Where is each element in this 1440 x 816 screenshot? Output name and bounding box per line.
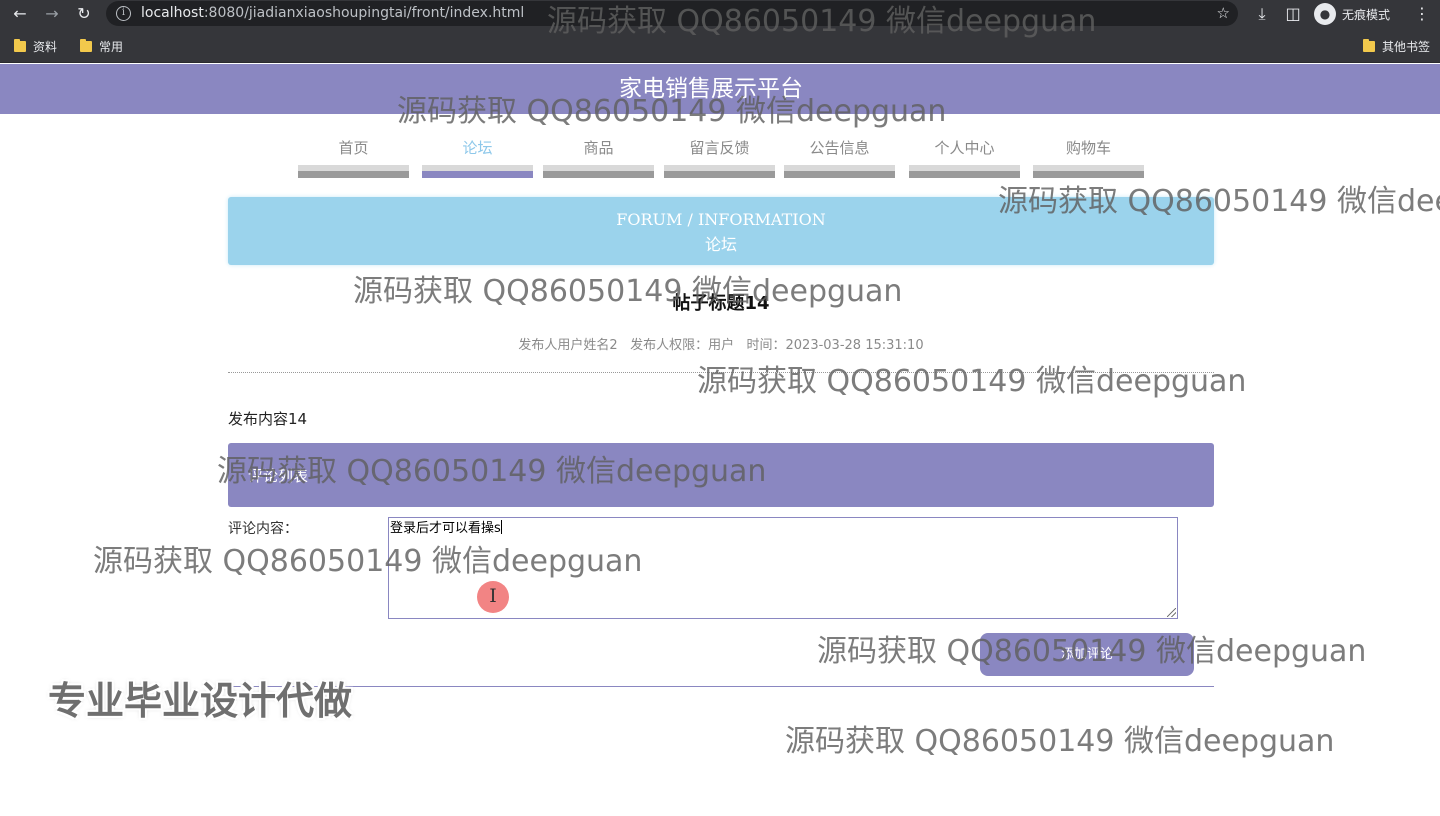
- folder-icon: [14, 38, 26, 52]
- nav-label: 论坛: [462, 139, 493, 157]
- nav-item-products[interactable]: 商品: [543, 134, 654, 178]
- url-text[interactable]: localhost:8080/jiadianxiaoshoupingtai/fr…: [141, 5, 524, 22]
- nav-label: 首页: [338, 139, 369, 157]
- incognito-icon: ●: [1314, 3, 1336, 25]
- watermark-text: 源码获取 QQ86050149 微信deepguan: [397, 94, 947, 129]
- watermark-text: 源码获取 QQ86050149 微信deepguan: [817, 634, 1367, 669]
- url-host: localhost: [141, 5, 204, 21]
- nav-underline: [784, 165, 895, 178]
- watermark-text: 源码获取 QQ86050149 微信deepguan: [697, 364, 1247, 399]
- watermark-text: 源码获取 QQ86050149 微信deepguan: [547, 4, 1097, 39]
- nav-underline: [298, 165, 409, 178]
- nav-item-profile[interactable]: 个人中心: [909, 134, 1020, 178]
- star-icon[interactable]: ☆: [1217, 3, 1230, 23]
- nav-label: 商品: [583, 139, 614, 157]
- mouse-cursor-highlight: I: [477, 581, 509, 613]
- bookmark-folder-other[interactable]: 其他书签: [1363, 37, 1430, 55]
- post-meta: 发布人用户姓名2 发布人权限：用户 时间：2023-03-28 15:31:10: [228, 334, 1214, 353]
- info-icon[interactable]: i: [116, 6, 131, 21]
- nav-label: 购物车: [1065, 139, 1111, 157]
- nav-item-cart[interactable]: 购物车: [1033, 134, 1144, 178]
- watermark-text: 源码获取 QQ86050149 微信deepguan: [93, 544, 643, 579]
- incognito-label: 无痕模式: [1342, 7, 1391, 22]
- promo-overlay-text: 专业毕业设计代做: [48, 679, 353, 723]
- url-path: :8080/jiadianxiaoshoupingtai/front/index…: [203, 5, 525, 21]
- post-time: 时间：2023-03-28 15:31:10: [746, 338, 924, 353]
- bookmark-label: 资料: [33, 39, 58, 54]
- watermark-text: 源码获取 QQ86050149 微信dee: [998, 184, 1440, 219]
- watermark-text: 源码获取 QQ86050149 微信deepguan: [353, 274, 903, 309]
- comment-text: 登录后才可以看操s: [390, 521, 501, 536]
- post-role: 发布人权限：用户: [630, 338, 735, 353]
- nav-underline: [543, 165, 654, 178]
- more-vert-icon[interactable]: ⋮: [1410, 2, 1434, 26]
- folder-icon: [80, 38, 92, 52]
- resize-handle-icon[interactable]: [1167, 608, 1176, 617]
- nav-item-home[interactable]: 首页: [298, 134, 409, 178]
- banner-chinese: 论坛: [704, 235, 737, 254]
- download-icon[interactable]: ⤓: [1250, 2, 1274, 26]
- incognito-indicator[interactable]: ● 无痕模式: [1314, 2, 1390, 26]
- nav-underline: [664, 165, 775, 178]
- nav-underline: [422, 165, 533, 178]
- post-body: 发布内容14: [228, 410, 308, 428]
- bookmark-label: 其他书签: [1382, 39, 1431, 54]
- bookmark-folder-changyong[interactable]: 常用: [80, 37, 123, 55]
- post-author: 发布人用户姓名2: [518, 338, 618, 353]
- watermark-text: 源码获取 QQ86050149 微信deepguan: [217, 454, 767, 489]
- nav-label: 公告信息: [809, 139, 870, 157]
- nav-item-feedback[interactable]: 留言反馈: [664, 134, 775, 178]
- nav-underline: [1033, 165, 1144, 178]
- nav-item-forum[interactable]: 论坛: [422, 134, 533, 178]
- side-panel-icon[interactable]: ◫: [1281, 2, 1305, 26]
- nav-label: 个人中心: [934, 139, 995, 157]
- ibeam-cursor-icon: I: [489, 585, 497, 607]
- nav-underline: [909, 165, 1020, 178]
- forward-arrow-icon[interactable]: →: [40, 2, 64, 26]
- nav-label: 留言反馈: [689, 139, 750, 157]
- back-arrow-icon[interactable]: ←: [8, 2, 32, 26]
- watermark-text: 源码获取 QQ86050149 微信deepguan: [785, 724, 1335, 759]
- divider: [228, 686, 1214, 687]
- comment-input-label: 评论内容：: [228, 521, 298, 537]
- folder-icon: [1363, 38, 1375, 52]
- bookmark-label: 常用: [99, 39, 124, 54]
- reload-icon[interactable]: ↻: [72, 2, 96, 26]
- bookmark-folder-ziliao[interactable]: 资料: [14, 37, 57, 55]
- nav-item-announcements[interactable]: 公告信息: [784, 134, 895, 178]
- text-caret: [500, 520, 502, 534]
